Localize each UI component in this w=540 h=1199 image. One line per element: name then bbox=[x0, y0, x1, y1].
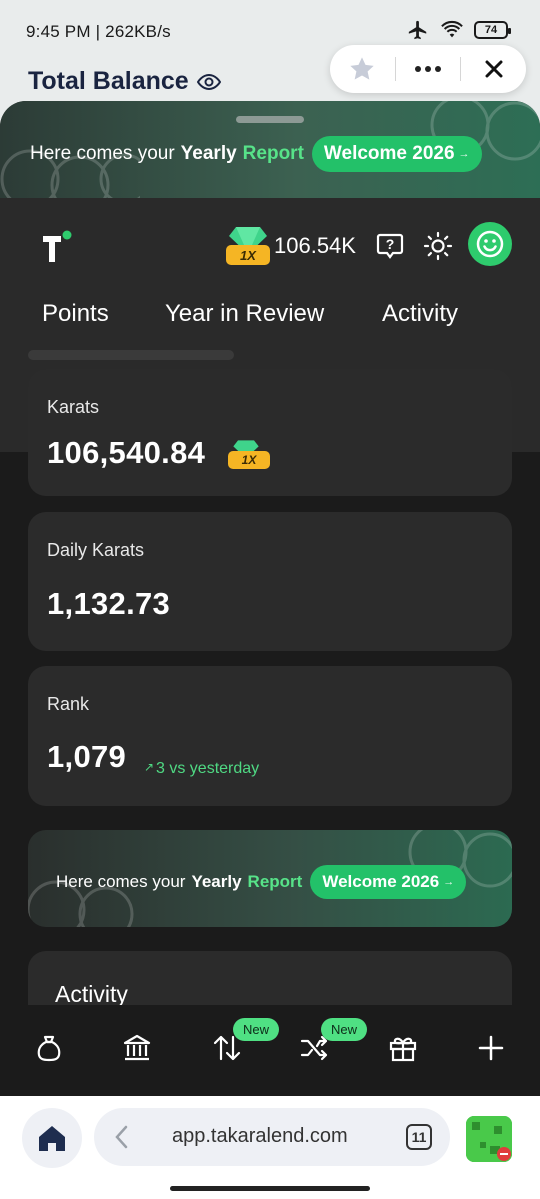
favorite-button[interactable] bbox=[330, 45, 395, 93]
browser-toolbar: app.takaralend.com 11 bbox=[0, 1096, 540, 1199]
banner-yearly: Yearly bbox=[180, 143, 237, 164]
svg-text:?: ? bbox=[386, 236, 395, 252]
url-text: app.takaralend.com bbox=[172, 1125, 348, 1147]
daily-karats-label: Daily Karats bbox=[47, 540, 145, 560]
daily-karats-value: 1,132.73 bbox=[47, 586, 171, 621]
banner-report: Report bbox=[247, 872, 303, 891]
karats-multiplier: 1X bbox=[226, 439, 272, 471]
banner-prefix: Here comes your bbox=[56, 872, 186, 891]
multiplier-badge: 1X bbox=[226, 245, 270, 265]
eye-icon[interactable] bbox=[196, 70, 221, 94]
help-icon[interactable]: ? bbox=[376, 232, 404, 260]
banner-headline: Here comes your Yearly Report Welcome 20… bbox=[30, 136, 482, 172]
banner-prefix: Here comes your bbox=[30, 143, 175, 164]
star-icon bbox=[350, 57, 374, 80]
more-icon bbox=[415, 66, 441, 72]
multiplier-badge: 1X bbox=[228, 451, 270, 469]
bottom-nav: New New bbox=[0, 1005, 540, 1096]
arrow-right-icon: → bbox=[458, 148, 470, 160]
status-icons: 74 bbox=[406, 19, 511, 41]
welcome-button-label: Welcome 2026 bbox=[323, 143, 455, 164]
airplane-icon bbox=[408, 20, 427, 40]
new-badge: New bbox=[233, 1018, 280, 1041]
tab-year-in-review[interactable]: Year in Review bbox=[165, 300, 324, 328]
gift-icon[interactable] bbox=[388, 1033, 418, 1063]
karats-card: Karats 106,540.84 1X bbox=[28, 369, 512, 496]
daily-karats-card: Daily Karats 1,132.73 bbox=[28, 512, 512, 651]
address-bar[interactable]: app.takaralend.com 11 bbox=[94, 1108, 450, 1166]
activity-title: Activity bbox=[55, 981, 128, 1007]
app-thumbnail[interactable] bbox=[466, 1116, 512, 1162]
rank-value: 1,079 bbox=[47, 739, 127, 774]
new-badge: New bbox=[321, 1018, 368, 1041]
banner-yearly: Yearly bbox=[191, 872, 242, 891]
creeper-icon bbox=[466, 1116, 512, 1162]
sheet-handle[interactable] bbox=[236, 116, 304, 123]
page-title: Total Balance bbox=[28, 67, 221, 96]
wifi-icon bbox=[441, 20, 463, 38]
tabs-count-button[interactable]: 11 bbox=[406, 1124, 432, 1150]
multiplier-gem[interactable]: 1X bbox=[224, 225, 270, 267]
welcome-2026-button[interactable]: Welcome 2026 → bbox=[311, 136, 482, 172]
welcome-2026-button[interactable]: Welcome 2026 → bbox=[310, 865, 467, 899]
takara-logo[interactable] bbox=[40, 230, 74, 264]
tab-points[interactable]: Points bbox=[42, 300, 109, 328]
header-balance: 106.54K bbox=[274, 233, 356, 258]
rank-label: Rank bbox=[47, 694, 90, 714]
rank-delta: 3 vs yesterday bbox=[156, 760, 260, 777]
rank-card: Rank 1,079 ↗ 3 vs yesterday bbox=[28, 666, 512, 806]
close-button[interactable] bbox=[461, 45, 526, 93]
trend-up-icon: ↗ bbox=[144, 760, 155, 774]
avatar[interactable] bbox=[468, 222, 512, 266]
smile-icon bbox=[476, 230, 504, 258]
home-icon bbox=[39, 1126, 65, 1151]
yearly-report-banner[interactable]: Here comes your Yearly Report Welcome 20… bbox=[0, 101, 540, 199]
bank-icon[interactable] bbox=[122, 1033, 152, 1063]
bag-icon[interactable] bbox=[34, 1033, 64, 1063]
total-balance-label: Total Balance bbox=[28, 67, 189, 95]
theme-toggle-icon[interactable] bbox=[423, 231, 453, 261]
close-icon bbox=[485, 60, 503, 78]
karats-value: 106,540.84 bbox=[47, 435, 206, 470]
banner-headline: Here comes your Yearly Report Welcome 20… bbox=[56, 865, 467, 899]
karats-label: Karats bbox=[47, 397, 100, 417]
plus-icon[interactable] bbox=[476, 1033, 506, 1063]
battery-icon: 74 bbox=[474, 21, 511, 39]
yearly-report-banner[interactable]: Here comes your Yearly Report Welcome 20… bbox=[28, 830, 512, 927]
status-time: 9:45 PM | 262KB/s bbox=[26, 22, 171, 41]
tab-activity[interactable]: Activity bbox=[382, 300, 458, 328]
banner-report: Report bbox=[242, 143, 304, 164]
gesture-bar bbox=[170, 1186, 370, 1191]
arrow-right-icon: → bbox=[443, 876, 455, 888]
more-options-button[interactable] bbox=[396, 45, 461, 93]
tab-indicator bbox=[28, 350, 234, 360]
home-button[interactable] bbox=[22, 1108, 82, 1168]
mini-app-controls bbox=[330, 45, 526, 93]
activity-card: Activity bbox=[28, 951, 512, 1011]
chevron-left-icon[interactable] bbox=[112, 1124, 132, 1150]
welcome-button-label: Welcome 2026 bbox=[322, 872, 440, 891]
app-sheet: Here comes your Yearly Report Welcome 20… bbox=[0, 101, 540, 1096]
